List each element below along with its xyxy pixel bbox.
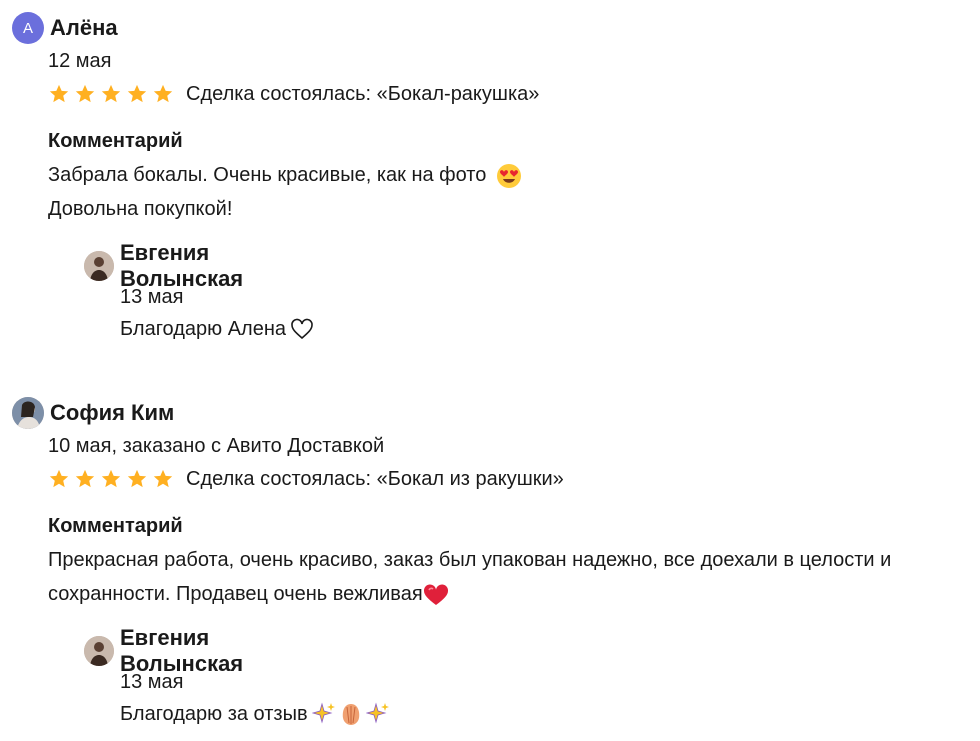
author-name[interactable]: София Ким: [50, 400, 174, 426]
user-photo-icon: [84, 251, 114, 281]
review-date: 12 мая: [48, 50, 112, 72]
avatar[interactable]: [12, 397, 44, 429]
reply-author-row: Евгения Волынская: [84, 240, 243, 291]
review-date: 10 мая, заказано с Авито Доставкой: [48, 435, 385, 457]
deal-status: Сделка состоялась: «Бокал из ракушки»: [186, 468, 564, 490]
user-photo-icon: [12, 397, 44, 429]
sparkles-icon: [365, 702, 389, 724]
shell-icon: [342, 704, 359, 725]
comment-text-content: Прекрасная работа, очень красиво, заказ …: [48, 549, 892, 605]
star-icon: [127, 84, 147, 103]
star-icon: [75, 84, 95, 103]
comment-line: Забрала бокалы. Очень красивые, как на ф…: [48, 164, 487, 186]
reviews-list: А Алёна 12 мая Сделка состоялась: «Бокал…: [0, 0, 980, 741]
comment-title: Комментарий: [48, 515, 183, 537]
deal-status: Сделка состоялась: «Бокал-ракушка»: [186, 83, 540, 105]
review-author-row: А Алёна: [12, 12, 118, 44]
rating-row: Сделка состоялась: «Бокал-ракушка»: [48, 79, 539, 109]
author-name[interactable]: Алёна: [50, 15, 118, 41]
white-heart-icon: [291, 318, 313, 340]
reply-text-content: Благодарю за отзыв: [120, 703, 308, 725]
reply-author-row: Евгения Волынская: [84, 625, 243, 676]
sparkles-icon: [311, 702, 335, 724]
user-photo-icon: [84, 636, 114, 666]
seller-avatar[interactable]: [84, 636, 114, 666]
comment-line: Довольна покупкой!: [48, 198, 233, 220]
reply-text: Благодарю Алена: [120, 314, 314, 344]
comment-text: Забрала бокалы. Очень красивые, как на ф…: [48, 158, 973, 226]
star-icon: [49, 84, 69, 103]
star-rating: [48, 83, 174, 105]
avatar[interactable]: А: [12, 12, 44, 44]
reply-date: 13 мая: [120, 286, 184, 308]
reply-text: Благодарю за отзыв: [120, 699, 390, 729]
star-icon: [49, 469, 69, 488]
star-icon: [127, 469, 147, 488]
star-icon: [101, 84, 121, 103]
rating-row: Сделка состоялась: «Бокал из ракушки»: [48, 464, 564, 494]
star-icon: [153, 84, 173, 103]
seller-avatar[interactable]: [84, 251, 114, 281]
star-icon: [75, 469, 95, 488]
comment-text: Прекрасная работа, очень красиво, заказ …: [48, 543, 973, 611]
star-rating: [48, 468, 174, 490]
star-icon: [153, 469, 173, 488]
review-author-row: София Ким: [12, 397, 174, 429]
reply-text-content: Благодарю Алена: [120, 318, 287, 340]
heart-eyes-emoji-icon: [496, 163, 521, 188]
red-heart-icon: [423, 584, 448, 605]
comment-title: Комментарий: [48, 130, 183, 152]
star-icon: [101, 469, 121, 488]
avatar-letter: А: [22, 19, 33, 37]
reply-date: 13 мая: [120, 671, 184, 693]
